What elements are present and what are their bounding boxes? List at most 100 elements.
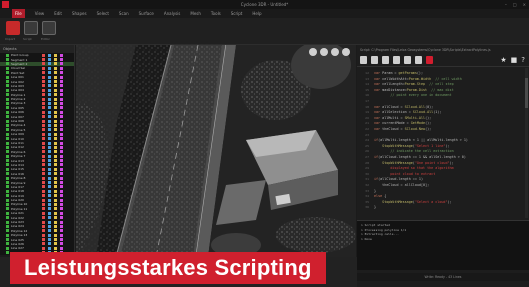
visibility-checkbox[interactable] (6, 220, 9, 224)
visibility-checkbox[interactable] (6, 88, 9, 92)
color-swatch-icon (42, 216, 45, 220)
visibility-checkbox[interactable] (6, 66, 9, 70)
visibility-checkbox[interactable] (6, 233, 9, 237)
point-cloud-viewport[interactable] (76, 45, 356, 257)
save-icon[interactable] (382, 56, 389, 64)
run-icon[interactable] (404, 56, 411, 64)
visibility-checkbox[interactable] (6, 251, 9, 255)
visibility-checkbox[interactable] (6, 163, 9, 167)
help-icon[interactable]: ? (521, 56, 525, 64)
visibility-checkbox[interactable] (6, 154, 9, 158)
visibility-checkbox[interactable] (6, 137, 9, 141)
script-editor-panel: Script: C:\Program Files\Leica Geosystem… (357, 45, 529, 287)
visibility-checkbox[interactable] (6, 172, 9, 176)
color-swatch-icon (42, 224, 45, 228)
debug-icon[interactable]: ■ (511, 56, 518, 64)
visibility-checkbox[interactable] (6, 132, 9, 136)
save-as-icon[interactable] (393, 56, 400, 64)
menu-item-mesh[interactable]: Mesh (190, 11, 201, 16)
visibility-checkbox[interactable] (6, 189, 9, 193)
color-swatch-icon (42, 97, 45, 101)
visibility-checkbox[interactable] (6, 176, 9, 180)
visibility-checkbox[interactable] (6, 93, 9, 97)
settings-icon[interactable] (342, 48, 350, 56)
visibility-checkbox[interactable] (6, 128, 9, 132)
color-swatch-icon (48, 246, 51, 250)
visibility-checkbox[interactable] (6, 198, 9, 202)
code-scrollbar[interactable] (525, 68, 528, 218)
visibility-checkbox[interactable] (6, 167, 9, 171)
visibility-checkbox[interactable] (6, 159, 9, 163)
color-swatch-icon (60, 238, 63, 242)
color-swatch-icon (54, 238, 57, 242)
visibility-checkbox[interactable] (6, 53, 9, 57)
menu-item-help[interactable]: Help (252, 11, 261, 16)
visibility-checkbox[interactable] (6, 141, 9, 145)
zoom-icon[interactable] (331, 48, 339, 56)
visibility-checkbox[interactable] (6, 123, 9, 127)
visibility-checkbox[interactable] (6, 145, 9, 149)
menu-item-analysis[interactable]: Analysis (164, 11, 180, 16)
visibility-checkbox[interactable] (6, 119, 9, 123)
visibility-checkbox[interactable] (6, 181, 9, 185)
visibility-checkbox[interactable] (6, 75, 9, 79)
maximize-icon[interactable]: □ (513, 0, 517, 9)
pencil-icon[interactable] (309, 48, 317, 56)
visibility-checkbox[interactable] (6, 71, 9, 75)
visibility-checkbox[interactable] (6, 229, 9, 233)
visibility-checkbox[interactable] (6, 207, 9, 211)
visibility-checkbox[interactable] (6, 58, 9, 62)
menu-item-edit[interactable]: Edit (54, 11, 62, 16)
color-swatch-icon (54, 189, 57, 193)
menu-item-surface[interactable]: Surface (139, 11, 154, 16)
code-line: displayed so that the algorithm (374, 166, 454, 171)
color-swatch-icon (60, 246, 63, 250)
color-swatch-icon (42, 84, 45, 88)
visibility-checkbox[interactable] (6, 246, 9, 250)
step-icon[interactable] (415, 56, 422, 64)
visibility-checkbox[interactable] (6, 80, 9, 84)
script-button[interactable] (24, 21, 38, 35)
import-button[interactable] (6, 21, 20, 35)
visibility-checkbox[interactable] (6, 106, 9, 110)
stop-icon[interactable] (426, 56, 433, 64)
code-line: theCloud = allCloud[0]; (374, 183, 430, 187)
menu-item-file[interactable]: File (12, 9, 25, 18)
visibility-checkbox[interactable] (6, 216, 9, 220)
color-swatch-icon (60, 58, 63, 62)
code-line: else { (374, 194, 387, 199)
color-swatch-icon (42, 198, 45, 202)
menu-item-tools[interactable]: Tools (211, 11, 221, 16)
menu-item-script[interactable]: Script (231, 11, 243, 16)
visibility-checkbox[interactable] (6, 211, 9, 215)
visibility-checkbox[interactable] (6, 110, 9, 114)
color-swatch-icon (60, 141, 63, 145)
menu-item-view[interactable]: View (35, 11, 45, 16)
menu-item-scan[interactable]: Scan (119, 11, 129, 16)
open-file-icon[interactable] (371, 56, 378, 64)
color-swatch-icon (42, 176, 45, 180)
star-icon[interactable]: ★ (500, 56, 506, 64)
rotate-icon[interactable] (320, 48, 328, 56)
visibility-checkbox[interactable] (6, 150, 9, 154)
menu-item-shapes[interactable]: Shapes (72, 11, 87, 16)
visibility-checkbox[interactable] (6, 101, 9, 105)
visibility-checkbox[interactable] (6, 62, 9, 66)
visibility-checkbox[interactable] (6, 202, 9, 206)
new-file-icon[interactable] (360, 56, 367, 64)
visibility-checkbox[interactable] (6, 194, 9, 198)
layer-name: Line 026 (11, 241, 24, 246)
visibility-checkbox[interactable] (6, 185, 9, 189)
visibility-checkbox[interactable] (6, 242, 9, 246)
code-area[interactable]: 12 var Param = getParams(); 13 var cellWidt… (357, 68, 529, 218)
menu-item-select[interactable]: Select (97, 11, 109, 16)
visibility-checkbox[interactable] (6, 224, 9, 228)
minimize-icon[interactable]: – (505, 0, 507, 9)
close-icon[interactable]: × (523, 0, 526, 9)
visibility-checkbox[interactable] (6, 84, 9, 88)
visibility-checkbox[interactable] (6, 97, 9, 101)
visibility-checkbox[interactable] (6, 115, 9, 119)
editor-button[interactable] (42, 21, 56, 35)
visibility-checkbox[interactable] (6, 238, 9, 242)
color-swatch-icon (54, 145, 57, 149)
